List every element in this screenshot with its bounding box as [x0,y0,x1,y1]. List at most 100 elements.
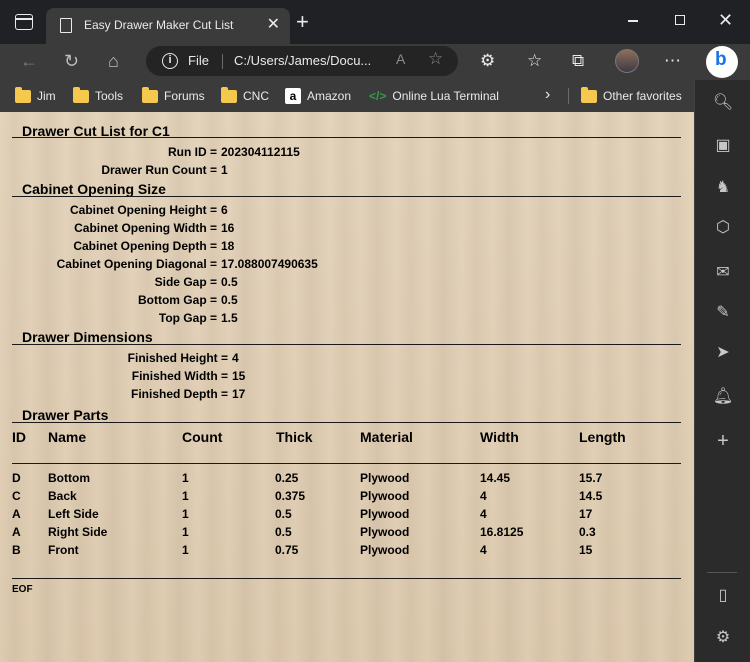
cell-id: A [12,525,21,539]
favorite-cnc[interactable]: CNC [221,85,269,107]
read-aloud-icon[interactable]: A [396,51,405,67]
cell-count: 1 [182,489,189,503]
cell-material: Plywood [360,471,410,485]
new-tab-icon[interactable]: + [296,10,309,34]
cell-material: Plywood [360,489,410,503]
rule [12,578,681,579]
favorite-amazon[interactable]: a Amazon [285,85,351,107]
refresh-icon[interactable]: ↻ [64,50,79,72]
cell-count: 1 [182,507,189,521]
cell-thick: 0.75 [275,543,299,557]
tab-title: Easy Drawer Maker Cut List [84,18,234,32]
folder-icon [15,86,31,103]
minimize-icon[interactable] [628,20,638,22]
telegram-icon[interactable]: ➤ [712,342,734,364]
tab-actions-icon[interactable] [15,14,33,30]
address-divider [222,54,223,69]
cell-id: B [12,543,21,557]
favorite-other[interactable]: Other favorites [581,85,682,107]
cell-width: 4 [480,507,487,521]
profile-avatar[interactable] [615,49,639,73]
cell-count: 1 [182,471,189,485]
settings-icon[interactable]: ⚙ [712,627,734,649]
cell-width: 4 [480,489,487,503]
site-info-icon[interactable]: i [162,53,178,69]
cell-width: 4 [480,543,487,557]
add-favorite-icon[interactable]: ☆ [428,49,443,69]
header-material: Material [360,429,413,445]
favorites-icon[interactable]: ☆ [527,50,542,72]
cell-count: 1 [182,543,189,557]
more-menu-icon[interactable]: ⋯ [664,50,681,72]
rule [12,422,681,423]
folder-icon [221,86,237,103]
cell-width: 14.45 [480,471,511,485]
cell-count: 1 [182,525,189,539]
chevron-right-icon[interactable]: › [545,86,550,104]
drawer-section-title: Drawer Dimensions [22,329,153,345]
header-length: Length [579,429,626,445]
cell-length: 0.3 [579,525,596,539]
close-window-icon[interactable]: ✕ [718,10,733,31]
header-width: Width [480,429,519,445]
favorite-forums[interactable]: Forums [142,85,205,107]
folder-icon [142,86,158,103]
header-name: Name [48,429,87,445]
add-icon[interactable]: + [712,430,734,452]
code-icon: </> [369,89,387,103]
cell-name: Right Side [48,525,108,539]
rule [12,137,681,138]
favorites-bar: Jim Tools Forums CNC a Amazon </> Online… [0,80,694,112]
outlook-icon[interactable]: ✉ [712,262,734,284]
image-creator-icon[interactable]: ✎ [712,302,734,324]
cell-length: 14.5 [579,489,603,503]
address-toolbar: ← ↻ ⌂ i File C:/Users/James/Docu... A ☆ … [0,44,750,80]
favorite-tools[interactable]: Tools [73,85,123,107]
back-icon[interactable]: ← [20,50,38,72]
cell-id: C [12,489,21,503]
maximize-icon[interactable] [675,15,685,25]
cell-name: Back [48,489,77,503]
favorite-online-lua-terminal[interactable]: </> Online Lua Terminal [369,85,499,107]
tools-icon[interactable]: ▣ [712,135,734,157]
cell-length: 15.7 [579,471,603,485]
address-bar[interactable]: i File C:/Users/James/Docu... A ☆ [146,46,458,76]
address-scheme: File [188,53,209,68]
header-id: ID [12,429,26,445]
folder-icon [581,86,597,103]
cell-width: 16.8125 [480,525,524,539]
amazon-icon: a [285,88,301,104]
search-icon[interactable]: 🔍︎ [712,92,734,114]
cell-id: D [12,471,21,485]
extensions-icon[interactable]: ⚙ [480,50,495,72]
home-icon[interactable]: ⌂ [108,50,119,72]
office-icon[interactable]: ⬡ [712,217,734,239]
games-icon[interactable]: ♞ [712,177,734,199]
close-tab-icon[interactable]: ✕ [267,16,280,34]
notifications-icon[interactable]: 🔔︎ [712,386,734,408]
rule [12,196,681,197]
header-thick: Thick [276,429,313,445]
address-url[interactable]: C:/Users/James/Docu... [234,53,371,68]
rule [12,463,681,464]
cell-thick: 0.5 [275,507,292,521]
cell-id: A [12,507,21,521]
cell-material: Plywood [360,507,410,521]
sidebar-divider [707,572,737,573]
favorite-jim[interactable]: Jim [15,85,56,107]
header-count: Count [182,429,223,445]
collections-icon[interactable]: ⧉ [572,50,584,72]
cabinet-section-title: Cabinet Opening Size [22,181,166,197]
active-tab[interactable]: Easy Drawer Maker Cut List ✕ [46,8,290,44]
edge-sidebar: 🔍︎ ▣ ♞ ⬡ ✉ ✎ ➤ 🔔︎ + ▯ ⚙ [694,80,750,662]
page-content: Drawer Cut List for C1 Run ID = 20230411… [0,112,694,662]
parts-section-title: Drawer Parts [22,407,109,423]
cell-material: Plywood [360,525,410,539]
favorites-divider [568,88,569,104]
folder-icon [73,86,89,103]
cell-name: Front [48,543,79,557]
title-bar: Easy Drawer Maker Cut List ✕ + ✕ [0,0,750,44]
hide-sidebar-icon[interactable]: ▯ [712,585,734,607]
cell-material: Plywood [360,543,410,557]
bing-chat-icon[interactable]: b [706,46,738,78]
